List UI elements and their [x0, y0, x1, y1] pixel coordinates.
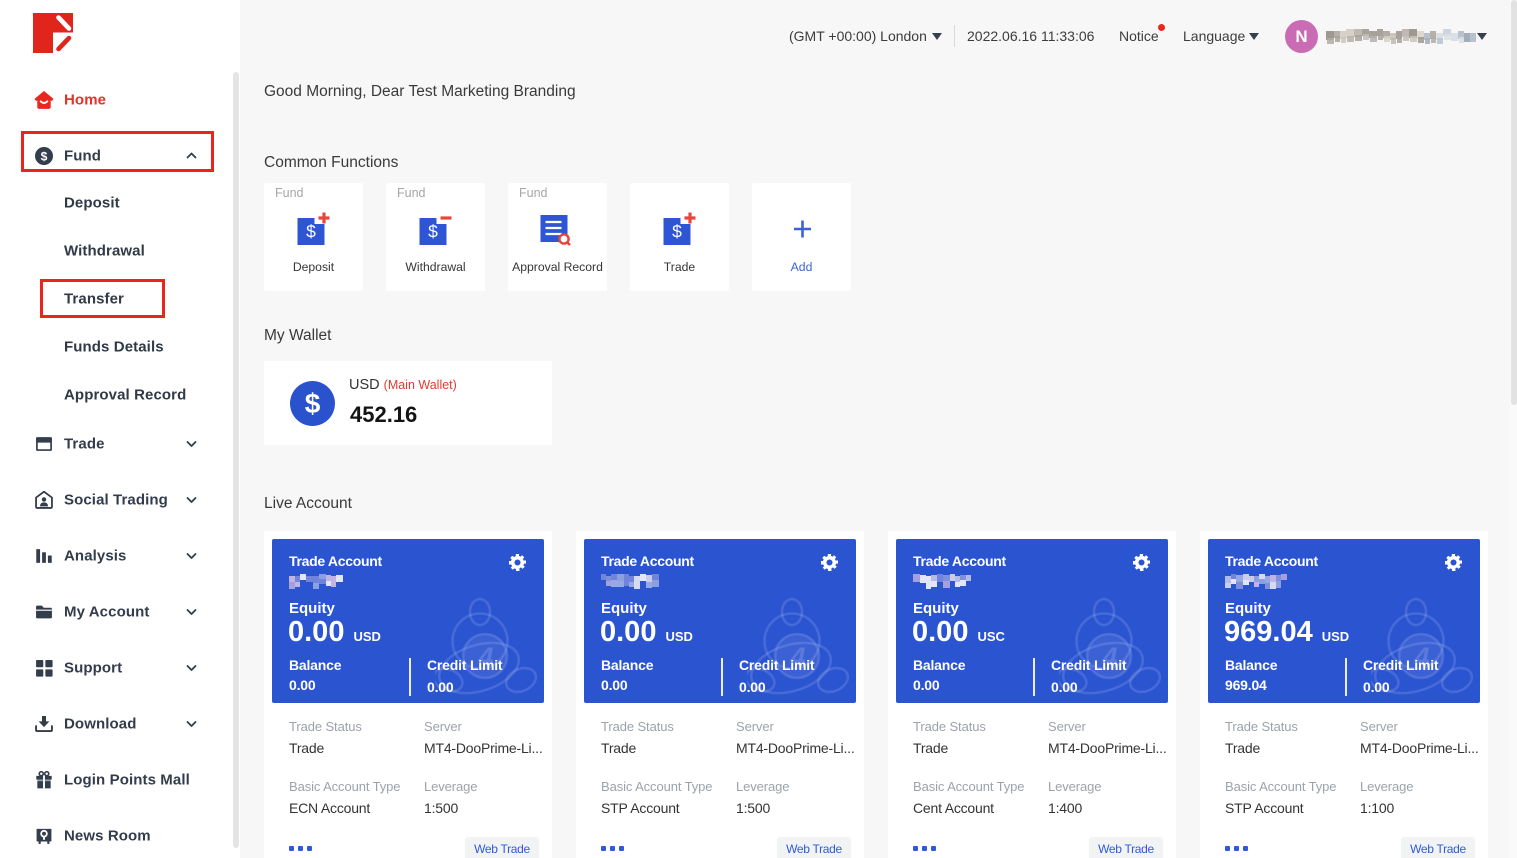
- svg-text:4: 4: [1413, 642, 1429, 672]
- svg-text:4: 4: [789, 642, 805, 672]
- svg-text:4: 4: [1101, 642, 1117, 672]
- svg-text:$: $: [306, 222, 316, 242]
- svg-text:4: 4: [477, 642, 493, 672]
- svg-text:$: $: [428, 222, 438, 242]
- svg-text:$: $: [672, 222, 682, 242]
